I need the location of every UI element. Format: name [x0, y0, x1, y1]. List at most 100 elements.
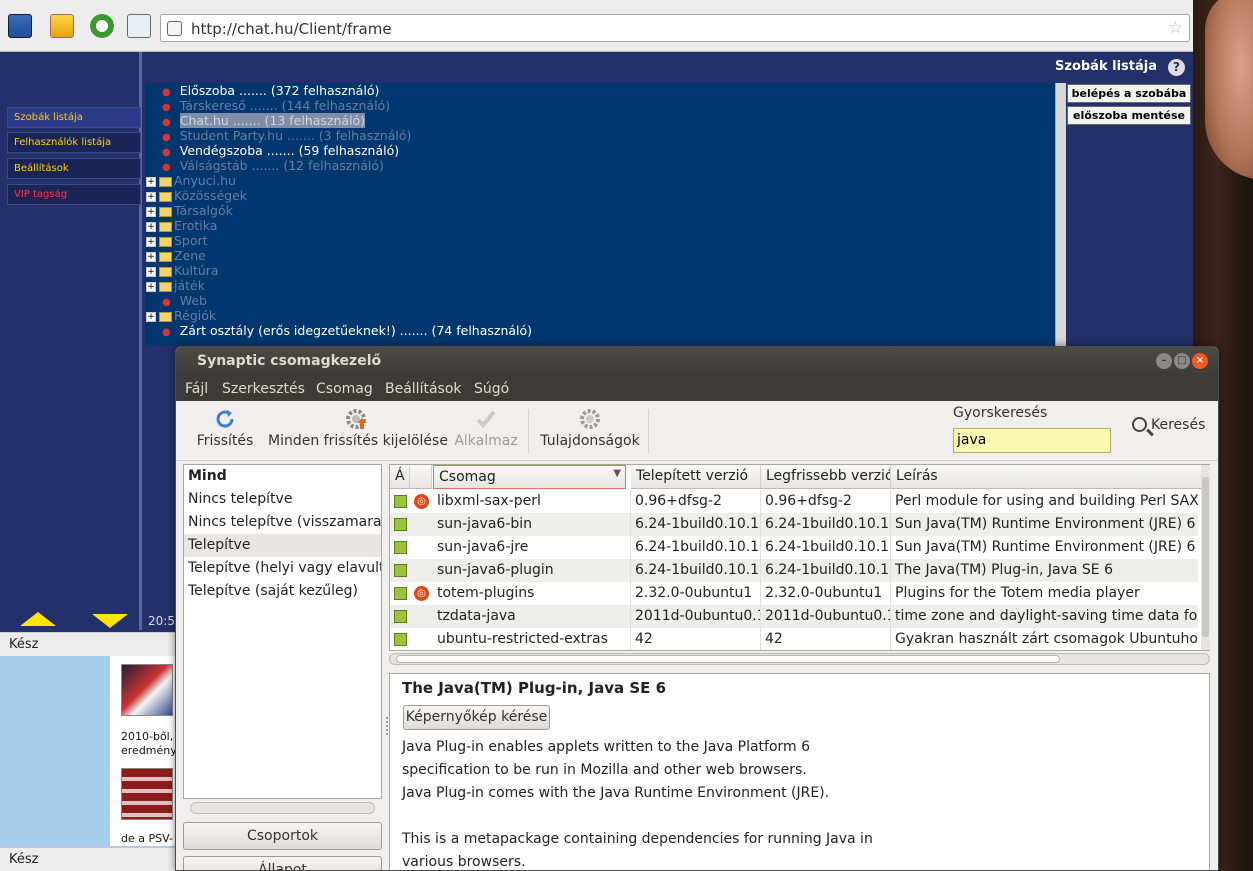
- menu-file[interactable]: Fájl: [185, 381, 208, 397]
- room-folder-label: Közösségek: [174, 188, 248, 203]
- mark-all-upgrades-button[interactable]: Minden frissítés kijelölése: [268, 401, 448, 461]
- help-icon[interactable]: ?: [1168, 59, 1185, 76]
- filter-item[interactable]: Telepítve: [184, 534, 381, 557]
- package-name: sun-java6-jre: [433, 536, 631, 559]
- room-folder[interactable]: + Kultúra: [146, 263, 219, 278]
- filter-item[interactable]: Mind: [184, 465, 381, 488]
- installed-checkbox[interactable]: [394, 541, 407, 554]
- minimize-icon[interactable]: –: [1156, 353, 1172, 369]
- room-folder[interactable]: + Anyuci.hu: [146, 173, 236, 188]
- column-support[interactable]: [410, 465, 432, 489]
- room-label: Előszoba ....... (372 felhasználó): [179, 83, 380, 98]
- filter-item[interactable]: Nincs telepítve: [184, 488, 381, 511]
- table-row[interactable]: sun-java6-jre 6.24-1build0.10.10. 6.24-1bu…: [390, 536, 1198, 559]
- table-row[interactable]: ubuntu-restricted-extras 42 42 Gyakran hasz…: [390, 628, 1198, 650]
- table-row[interactable]: sun-java6-plugin 6.24-1build0.10.10. 6.24-…: [390, 559, 1198, 582]
- column-latest-version[interactable]: Legfrissebb verzió: [761, 465, 891, 489]
- groups-button[interactable]: Csoportok: [183, 822, 382, 850]
- room-bullet-icon: ●: [162, 102, 171, 113]
- enter-room-button[interactable]: belépés a szobába: [1067, 84, 1191, 103]
- installed-version: 0.96+dfsg-2: [631, 490, 761, 513]
- expand-icon[interactable]: +: [146, 281, 156, 292]
- nav-vip-button[interactable]: VIP tagság: [7, 184, 141, 205]
- save-lobby-button[interactable]: előszoba mentése: [1067, 106, 1191, 125]
- news-caption[interactable]: de a PSV-: [121, 832, 179, 845]
- nav-settings-button[interactable]: Beállítások: [7, 158, 141, 179]
- installed-checkbox[interactable]: [394, 587, 407, 600]
- room-item[interactable]: ● Zárt osztály (erős idegzetűeknek!) ....…: [162, 323, 532, 340]
- news-caption[interactable]: 2010-ből,: [121, 730, 179, 743]
- expand-icon[interactable]: +: [146, 176, 156, 187]
- column-installed-version[interactable]: Telepített verzió: [631, 465, 761, 489]
- panel-title: Szobák listája: [1055, 59, 1157, 74]
- table-row[interactable]: ◎ libxml-sax-perl 0.96+dfsg-2 0.96+dfsg-2 Pe…: [390, 490, 1198, 513]
- column-description[interactable]: Leírás: [891, 465, 1209, 489]
- scroll-up-arrow-icon[interactable]: [20, 612, 56, 626]
- vertical-scroll-thumb[interactable]: [1202, 477, 1209, 637]
- folder-icon: [159, 251, 172, 262]
- nav-rooms-button[interactable]: Szobák listája: [7, 107, 141, 128]
- room-folder[interactable]: + Közösségek: [146, 188, 247, 203]
- apply-button[interactable]: Alkalmaz: [454, 401, 518, 461]
- bookmark-icon[interactable]: [50, 14, 74, 38]
- installed-checkbox[interactable]: [394, 633, 407, 646]
- installed-checkbox[interactable]: [394, 495, 407, 508]
- room-label: Chat.hu ....... (13 felhasználó): [179, 113, 366, 128]
- reload-icon[interactable]: [90, 14, 114, 38]
- table-row[interactable]: tzdata-java 2011d-0ubuntu0.10 2011d-0ubunt…: [390, 605, 1198, 628]
- expand-icon[interactable]: +: [146, 221, 156, 232]
- menu-package[interactable]: Csomag: [316, 381, 373, 397]
- news-caption[interactable]: eredmény: [121, 744, 179, 757]
- bookmark-star-icon[interactable]: ☆: [1168, 18, 1183, 38]
- chat-title-bar: Szobák listája: [0, 52, 1193, 83]
- nav-users-button[interactable]: Felhasználók listája: [7, 132, 141, 153]
- filter-horizontal-scrollbar[interactable]: [190, 802, 375, 814]
- room-folder[interactable]: + Társalgók: [146, 203, 233, 218]
- filter-item[interactable]: Nincs telepítve (visszamaradt: [184, 511, 381, 534]
- get-screenshot-button[interactable]: Képernyőkép kérése: [403, 705, 550, 730]
- room-folder[interactable]: + Erotika: [146, 218, 217, 233]
- table-row[interactable]: ◎ totem-plugins 2.32.0-0ubuntu1 2.32.0-0ubu…: [390, 582, 1198, 605]
- menu-edit[interactable]: Szerkesztés: [222, 381, 305, 397]
- window-titlebar[interactable]: Synaptic csomagkezelő – □ ×: [176, 347, 1218, 377]
- scroll-down-arrow-icon[interactable]: [92, 614, 128, 628]
- filter-item[interactable]: Telepítve (saját kezűleg): [184, 580, 381, 603]
- installed-checkbox[interactable]: [394, 564, 407, 577]
- reload-button[interactable]: Frissítés: [195, 401, 255, 461]
- installed-checkbox[interactable]: [394, 518, 407, 531]
- room-folder[interactable]: + Régiók: [146, 308, 216, 323]
- page-search-icon[interactable]: [127, 14, 151, 38]
- properties-button[interactable]: Tulajdonságok: [539, 401, 641, 461]
- expand-icon[interactable]: +: [146, 191, 156, 202]
- expand-icon[interactable]: +: [146, 251, 156, 262]
- filter-item[interactable]: Telepítve (helyi vagy elavult): [184, 557, 381, 580]
- news-thumbnail[interactable]: [121, 768, 173, 820]
- table-row[interactable]: sun-java6-bin 6.24-1build0.10.10. 6.24-1bu…: [390, 513, 1198, 536]
- close-icon[interactable]: ×: [1192, 353, 1208, 369]
- menu-help[interactable]: Súgó: [474, 381, 509, 397]
- expand-icon[interactable]: +: [146, 206, 156, 217]
- quick-search-input[interactable]: java: [953, 428, 1111, 453]
- url-bar[interactable]: http://chat.hu/Client/frame ☆: [160, 14, 1190, 42]
- maximize-icon[interactable]: □: [1174, 353, 1190, 369]
- expand-icon[interactable]: +: [146, 311, 156, 322]
- room-folder[interactable]: + Zene: [146, 248, 206, 263]
- column-package[interactable]: Csomag ▼: [433, 465, 626, 489]
- room-folder[interactable]: + játék: [146, 278, 205, 293]
- window-icon[interactable]: [8, 14, 32, 38]
- installed-checkbox[interactable]: [394, 610, 407, 623]
- url-text[interactable]: http://chat.hu/Client/frame: [191, 20, 392, 38]
- news-thumbnail[interactable]: [121, 664, 173, 716]
- room-label: Student Party.hu ....... (3 felhasználó): [179, 128, 412, 143]
- room-folder-label: Erotika: [174, 218, 218, 233]
- expand-icon[interactable]: +: [146, 236, 156, 247]
- menu-settings[interactable]: Beállítások: [385, 381, 462, 397]
- column-status[interactable]: Á: [390, 465, 410, 489]
- window-title: Synaptic csomagkezelő: [197, 353, 382, 369]
- search-button[interactable]: Keresés: [1132, 417, 1205, 433]
- status-filter-button[interactable]: Állapot: [183, 856, 382, 870]
- expand-icon[interactable]: +: [146, 266, 156, 277]
- room-folder[interactable]: + Sport: [146, 233, 208, 248]
- horizontal-scroll-thumb[interactable]: [396, 655, 1060, 663]
- latest-version: 6.24-1build0.10.10.: [761, 536, 891, 559]
